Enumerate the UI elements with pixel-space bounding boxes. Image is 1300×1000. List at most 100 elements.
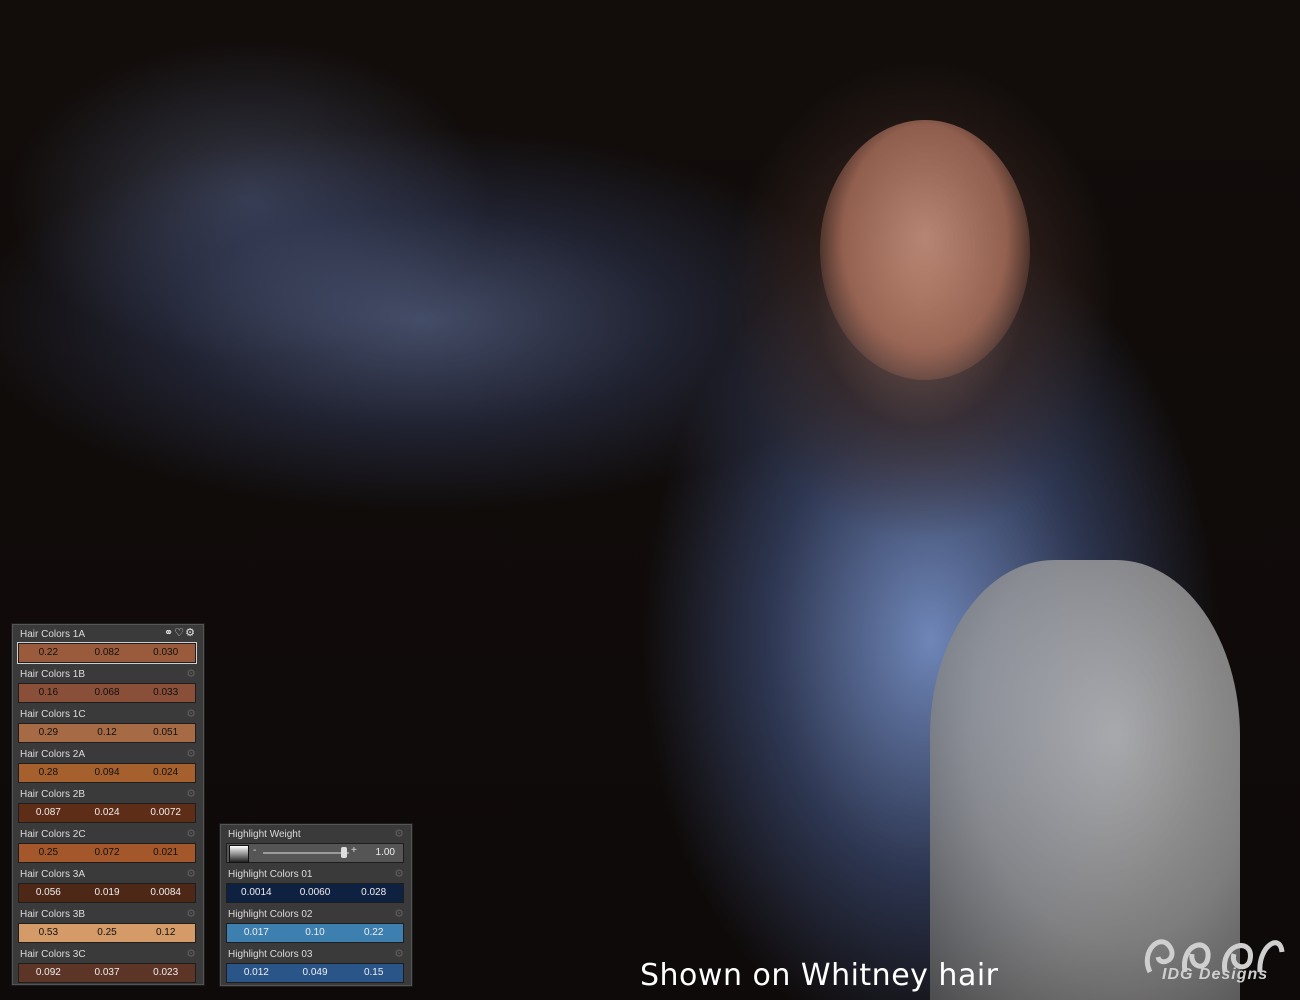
green-value[interactable]: 0.25 [78, 924, 137, 942]
gear-icon[interactable]: ⚙ [186, 947, 196, 960]
highlight-panel: Highlight Weight ⚙ - + 1.00 Highlight Co… [219, 823, 413, 987]
red-value[interactable]: 0.53 [19, 924, 78, 942]
color-swatch[interactable]: 0.25 0.072 0.021 [18, 843, 196, 863]
color-swatch[interactable]: 0.29 0.12 0.051 [18, 723, 196, 743]
green-value[interactable]: 0.072 [78, 844, 137, 862]
gear-icon[interactable]: ⚙ [186, 667, 196, 680]
property-hair-colors-3b[interactable]: Hair Colors 3B ⚙ 0.53 0.25 0.12 [12, 904, 204, 944]
highlight-weight-slider[interactable]: - + 1.00 [226, 843, 404, 863]
gear-icon[interactable]: ⚙ [185, 627, 196, 639]
green-value[interactable]: 0.024 [78, 804, 137, 822]
property-hair-colors-2b[interactable]: Hair Colors 2B ⚙ 0.087 0.024 0.0072 [12, 784, 204, 824]
decrement-button[interactable]: - [253, 845, 256, 856]
gear-icon[interactable]: ⚙ [186, 707, 196, 720]
red-value[interactable]: 0.29 [19, 724, 78, 742]
blue-value[interactable]: 0.030 [136, 644, 195, 662]
logo-text: IDG Designs [1162, 966, 1269, 983]
red-value[interactable]: 0.0014 [227, 884, 286, 902]
color-swatch[interactable]: 0.22 0.082 0.030 [18, 643, 196, 663]
property-label: Hair Colors 2B [20, 789, 86, 800]
blue-value[interactable]: 0.22 [344, 924, 403, 942]
gear-icon[interactable]: ⚙ [186, 747, 196, 760]
property-label: Hair Colors 3B [20, 909, 86, 920]
gear-icon[interactable]: ⚙ [394, 947, 404, 960]
blue-value[interactable]: 0.0084 [136, 884, 195, 902]
color-swatch[interactable]: 0.056 0.019 0.0084 [18, 883, 196, 903]
color-swatch[interactable]: 0.092 0.037 0.023 [18, 963, 196, 983]
property-label: Hair Colors 1B [20, 669, 86, 680]
hair-colors-panel: Hair Colors 1A ⚭♡⚙ 0.22 0.082 0.030 Hair… [11, 623, 205, 986]
gear-icon[interactable]: ⚙ [186, 787, 196, 800]
red-value[interactable]: 0.017 [227, 924, 286, 942]
color-swatch[interactable]: 0.087 0.024 0.0072 [18, 803, 196, 823]
header-icons[interactable]: ⚭♡⚙ [164, 626, 196, 639]
blue-value[interactable]: 0.12 [136, 924, 195, 942]
green-value[interactable]: 0.068 [78, 684, 137, 702]
blue-value[interactable]: 0.033 [136, 684, 195, 702]
gear-icon[interactable]: ⚙ [394, 827, 404, 840]
blue-value[interactable]: 0.0072 [136, 804, 195, 822]
red-value[interactable]: 0.22 [19, 644, 78, 662]
property-highlight-weight[interactable]: Highlight Weight ⚙ - + 1.00 [220, 824, 412, 864]
gear-icon[interactable]: ⚙ [394, 907, 404, 920]
gear-icon[interactable]: ⚙ [394, 867, 404, 880]
property-highlight-colors-01[interactable]: Highlight Colors 01 ⚙ 0.0014 0.0060 0.02… [220, 864, 412, 904]
property-label: Highlight Colors 01 [228, 869, 313, 880]
property-highlight-colors-02[interactable]: Highlight Colors 02 ⚙ 0.017 0.10 0.22 [220, 904, 412, 944]
property-label: Hair Colors 3A [20, 869, 86, 880]
red-value[interactable]: 0.28 [19, 764, 78, 782]
slider-value[interactable]: 1.00 [376, 847, 395, 858]
property-label: Hair Colors 1C [20, 709, 86, 720]
blue-value[interactable]: 0.15 [344, 964, 403, 982]
color-swatch[interactable]: 0.16 0.068 0.033 [18, 683, 196, 703]
red-value[interactable]: 0.087 [19, 804, 78, 822]
property-hair-colors-1c[interactable]: Hair Colors 1C ⚙ 0.29 0.12 0.051 [12, 704, 204, 744]
blue-value[interactable]: 0.023 [136, 964, 195, 982]
gear-icon[interactable]: ⚙ [186, 867, 196, 880]
property-hair-colors-1a[interactable]: Hair Colors 1A ⚭♡⚙ 0.22 0.082 0.030 [12, 624, 204, 664]
property-hair-colors-3c[interactable]: Hair Colors 3C ⚙ 0.092 0.037 0.023 [12, 944, 204, 984]
red-value[interactable]: 0.012 [227, 964, 286, 982]
green-value[interactable]: 0.10 [286, 924, 345, 942]
slider-thumb[interactable] [341, 847, 347, 858]
green-value[interactable]: 0.094 [78, 764, 137, 782]
red-value[interactable]: 0.25 [19, 844, 78, 862]
link-icon[interactable]: ⚭ [164, 627, 174, 639]
blue-value[interactable]: 0.021 [136, 844, 195, 862]
blue-value[interactable]: 0.028 [344, 884, 403, 902]
color-swatch[interactable]: 0.53 0.25 0.12 [18, 923, 196, 943]
property-hair-colors-2c[interactable]: Hair Colors 2C ⚙ 0.25 0.072 0.021 [12, 824, 204, 864]
gear-icon[interactable]: ⚙ [186, 907, 196, 920]
red-value[interactable]: 0.092 [19, 964, 78, 982]
property-label: Hair Colors 1A [20, 629, 86, 640]
gear-icon[interactable]: ⚙ [186, 827, 196, 840]
model-face [820, 120, 1030, 380]
property-highlight-colors-03[interactable]: Highlight Colors 03 ⚙ 0.012 0.049 0.15 [220, 944, 412, 984]
blue-value[interactable]: 0.024 [136, 764, 195, 782]
green-value[interactable]: 0.049 [286, 964, 345, 982]
green-value[interactable]: 0.019 [78, 884, 137, 902]
red-value[interactable]: 0.056 [19, 884, 78, 902]
green-value[interactable]: 0.082 [78, 644, 137, 662]
slider-track[interactable] [263, 852, 349, 854]
blue-value[interactable]: 0.051 [136, 724, 195, 742]
green-value[interactable]: 0.037 [78, 964, 137, 982]
property-label: Highlight Colors 02 [228, 909, 313, 920]
red-value[interactable]: 0.16 [19, 684, 78, 702]
property-hair-colors-3a[interactable]: Hair Colors 3A ⚙ 0.056 0.019 0.0084 [12, 864, 204, 904]
color-swatch[interactable]: 0.012 0.049 0.15 [226, 963, 404, 983]
heart-icon[interactable]: ♡ [174, 627, 185, 639]
property-label: Hair Colors 3C [20, 949, 86, 960]
caption: Shown on Whitney hair [640, 958, 999, 993]
green-value[interactable]: 0.0060 [286, 884, 345, 902]
color-swatch[interactable]: 0.017 0.10 0.22 [226, 923, 404, 943]
green-value[interactable]: 0.12 [78, 724, 137, 742]
increment-button[interactable]: + [351, 845, 357, 856]
texture-map-icon[interactable] [229, 845, 249, 863]
color-swatch[interactable]: 0.28 0.094 0.024 [18, 763, 196, 783]
property-label: Highlight Weight [228, 829, 301, 840]
property-hair-colors-1b[interactable]: Hair Colors 1B ⚙ 0.16 0.068 0.033 [12, 664, 204, 704]
property-hair-colors-2a[interactable]: Hair Colors 2A ⚙ 0.28 0.094 0.024 [12, 744, 204, 784]
color-swatch[interactable]: 0.0014 0.0060 0.028 [226, 883, 404, 903]
property-label: Hair Colors 2A [20, 749, 86, 760]
